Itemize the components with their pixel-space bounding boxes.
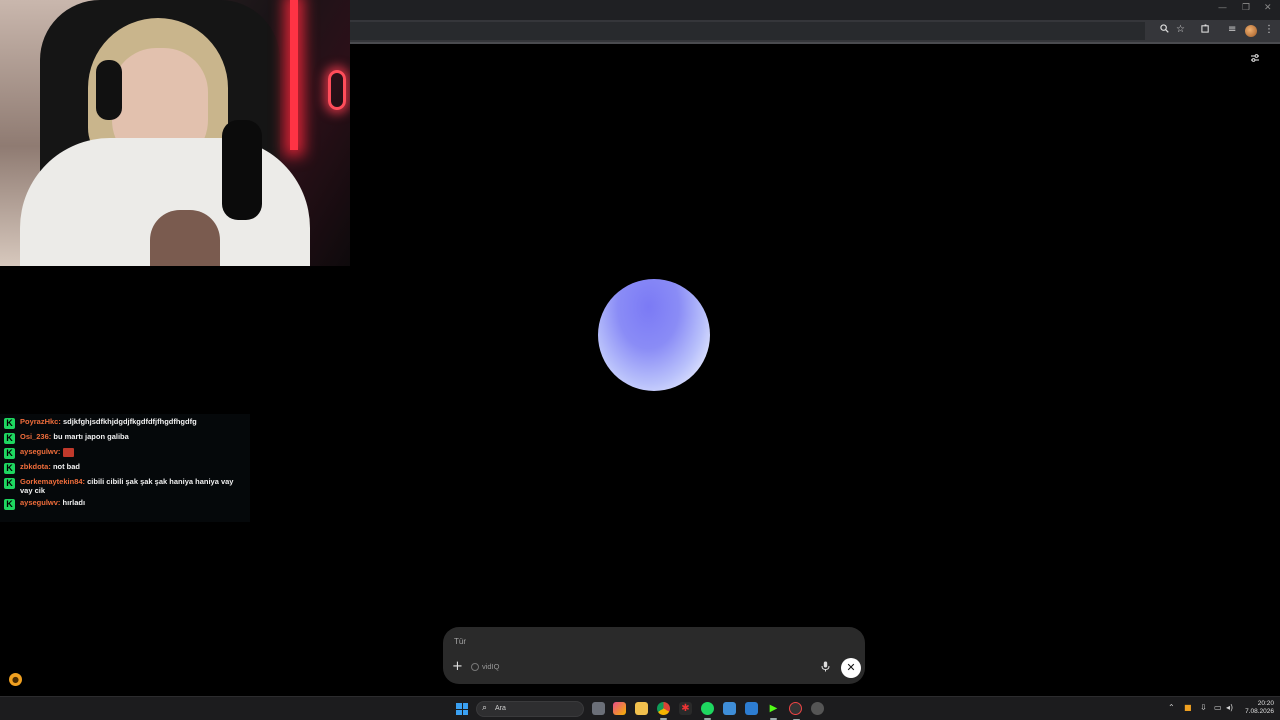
webcam-overlay — [0, 0, 350, 266]
browser-menu-icon[interactable]: ⋮ — [1264, 24, 1274, 35]
tab-strip: — ❐ ✕ — [350, 0, 1280, 20]
kick-badge-icon: K — [4, 478, 15, 489]
kick-badge-icon: K — [4, 433, 15, 444]
browser-toolbar — [350, 20, 1280, 42]
message-input[interactable]: Tür — [454, 637, 466, 646]
chrome-icon[interactable] — [657, 702, 670, 720]
file-explorer-icon[interactable] — [635, 702, 648, 715]
spotify-icon[interactable] — [701, 702, 714, 720]
toolbar-divider — [350, 42, 1280, 44]
browser-window: — ❐ ✕ ☆ ≡ ⋮ — [350, 0, 1280, 44]
chat-username: PoyrazHkc: — [20, 417, 61, 426]
webcam-shirt-print — [150, 210, 220, 266]
bookmark-star-icon[interactable]: ☆ — [1176, 24, 1185, 35]
chat-message: K zbkdota: not bad — [0, 462, 250, 474]
webcam-neon-light — [290, 0, 298, 150]
webcam-neon-sign — [328, 70, 346, 110]
chat-text: bu martı japon galiba — [53, 432, 129, 441]
tray-network-icon[interactable]: ▭ — [1214, 703, 1222, 712]
settings-sliders-icon[interactable] — [1250, 52, 1260, 66]
chat-username: Gorkemaytekin84: — [20, 477, 86, 486]
start-button[interactable] — [456, 703, 468, 715]
chat-message: K Osi_236: bu martı japon galiba — [0, 432, 250, 444]
clock-date: 7.08.2026 — [1245, 708, 1274, 715]
kick-app-icon[interactable]: ▶ — [767, 702, 780, 720]
restore-button[interactable]: ❐ — [1242, 3, 1250, 13]
obs-icon[interactable] — [789, 702, 802, 720]
zoom-icon[interactable] — [1160, 24, 1169, 36]
tray-app-icon[interactable]: ■ — [1184, 703, 1192, 712]
end-voice-button[interactable]: ✕ — [841, 658, 861, 678]
windows-taskbar: ⌕ Ara ✱ ▶ ⌃ ■ ⇩ ▭ ◂) 20:20 7.08.2026 — [0, 696, 1280, 720]
message-composer: Tür + vidIQ ✕ — [443, 627, 865, 684]
add-attachment-button[interactable]: + — [452, 660, 463, 674]
vidiq-chip[interactable]: vidIQ — [471, 662, 500, 671]
taskbar-search[interactable]: ⌕ Ara — [476, 701, 584, 717]
chat-message: K PoyrazHkc: sdjkfghjsdfkhjdgdjfkgdfdfjf… — [0, 417, 250, 429]
chat-username: zbkdota: — [20, 462, 51, 471]
media-control-icon[interactable]: ≡ — [1228, 24, 1236, 35]
voice-orb — [598, 279, 710, 391]
chat-message: K Gorkemaytekin84: cibili cibili şak şak… — [0, 477, 250, 495]
tray-volume-icon[interactable]: ◂) — [1226, 703, 1233, 712]
settings-app-icon[interactable] — [811, 702, 824, 715]
search-icon: ⌕ — [482, 703, 488, 713]
kick-badge-icon: K — [4, 418, 15, 429]
chat-username: aysegulwv: — [20, 447, 61, 456]
chat-overlay: K PoyrazHkc: sdjkfghjsdfkhjdgdjfkgdfdfjf… — [0, 414, 250, 522]
microphone-button[interactable] — [821, 661, 830, 675]
chat-username: Osi_236: — [20, 432, 52, 441]
paint-icon[interactable] — [745, 702, 758, 715]
profile-avatar[interactable] — [1245, 25, 1257, 37]
emote-icon — [62, 447, 74, 457]
widgets-icon[interactable] — [613, 702, 626, 715]
notepad-icon[interactable] — [723, 702, 736, 715]
chat-message: K aysegulwv: — [0, 447, 250, 459]
chat-message: K aysegulwv: hırladı — [0, 498, 250, 510]
chat-text: sdjkfghjsdfkhjdgdjfkgdfdfjfhgdfhgdfg — [62, 417, 197, 426]
kick-badge-icon: K — [4, 499, 15, 510]
vidiq-label: vidIQ — [482, 662, 500, 671]
task-view-icon[interactable] — [592, 702, 605, 715]
chat-text: not bad — [52, 462, 81, 471]
search-placeholder: Ara — [495, 705, 506, 712]
close-window-button[interactable]: ✕ — [1264, 3, 1272, 13]
chat-username: aysegulwv: — [20, 498, 61, 507]
app-spark-icon[interactable]: ✱ — [679, 702, 692, 715]
address-bar[interactable] — [350, 22, 1145, 40]
tray-usb-icon[interactable]: ⇩ — [1200, 703, 1207, 712]
minimize-button[interactable]: — — [1218, 3, 1227, 13]
kick-badge-icon: K — [4, 463, 15, 474]
extensions-icon[interactable] — [1201, 24, 1210, 36]
webcam-headset — [96, 60, 122, 120]
tray-overflow-icon[interactable]: ⌃ — [1168, 703, 1175, 712]
taskbar-clock[interactable]: 20:20 7.08.2026 — [1238, 700, 1274, 716]
kick-badge-icon: K — [4, 448, 15, 459]
clock-time: 20:20 — [1257, 700, 1274, 707]
webcam-microphone — [222, 120, 262, 220]
vidiq-icon — [471, 662, 479, 671]
notification-orb-icon[interactable]: ● — [9, 673, 22, 686]
chat-text: hırladı — [62, 498, 86, 507]
